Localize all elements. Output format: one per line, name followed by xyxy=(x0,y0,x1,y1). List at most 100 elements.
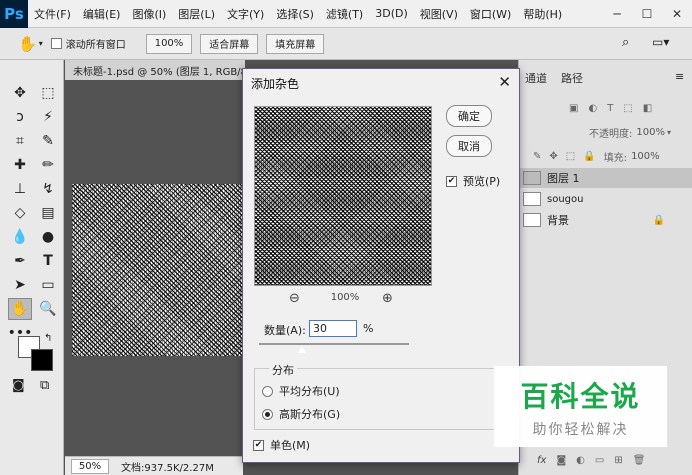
amount-slider[interactable] xyxy=(259,343,409,345)
eyedropper-tool-icon[interactable]: ✎ xyxy=(36,130,60,152)
lock-artboard-icon[interactable]: ⬚ xyxy=(566,151,575,162)
menu-image[interactable]: 图像(I) xyxy=(126,6,172,22)
dialog-title: 添加杂色 xyxy=(251,77,300,91)
scroll-all-windows-option[interactable]: 滚动所有窗口 xyxy=(50,36,126,51)
preview-zoom-value: 100% xyxy=(330,292,360,303)
status-zoom-field[interactable]: 50% xyxy=(71,458,109,474)
zoom-out-icon[interactable]: ⊖ xyxy=(289,291,300,306)
filter-shape-icon[interactable]: ⬚ xyxy=(623,103,632,114)
history-brush-tool-icon[interactable]: ↯ xyxy=(36,178,60,200)
close-icon[interactable]: ✕ xyxy=(498,73,511,91)
menu-layer[interactable]: 图层(L) xyxy=(172,6,221,22)
swap-colors-icon[interactable]: ↰ xyxy=(44,333,52,344)
filter-type-icon[interactable]: T xyxy=(607,103,613,114)
dodge-tool-icon[interactable]: ● xyxy=(36,226,60,248)
brush-tool-icon[interactable]: ✏ xyxy=(36,154,60,176)
photoshop-logo: Ps xyxy=(0,0,28,28)
opacity-field[interactable]: 100% xyxy=(636,127,665,138)
lasso-tool-icon[interactable]: ↄ xyxy=(8,106,32,128)
lock-all-icon[interactable]: 🔒 xyxy=(583,151,595,162)
blur-tool-icon[interactable]: 💧 xyxy=(8,226,32,248)
ok-button[interactable]: 确定 xyxy=(446,105,492,127)
fill-field[interactable]: 100% xyxy=(631,151,660,162)
fx-icon[interactable]: fx xyxy=(537,455,546,466)
gaussian-radio[interactable] xyxy=(262,408,273,420)
noise-preview[interactable] xyxy=(254,106,432,286)
fill-screen-button[interactable]: 填充屏幕 xyxy=(266,33,325,54)
hand-tool-button-icon[interactable]: ✋ xyxy=(8,298,32,320)
gradient-tool-icon[interactable]: ▤ xyxy=(36,202,60,224)
marquee-tool-icon[interactable]: ⬚ xyxy=(36,82,60,104)
lock-fill-row: ✎ ✥ ⬚ 🔒 填充: 100% xyxy=(519,146,692,166)
tab-paths[interactable]: 路径 xyxy=(557,68,587,88)
uniform-distribution-option[interactable]: 平均分布(U) xyxy=(262,383,340,399)
opacity-row: 不透明度: 100% ▾ xyxy=(519,122,692,142)
filter-image-icon[interactable]: ▣ xyxy=(569,103,578,114)
gaussian-distribution-option[interactable]: 高斯分布(G) xyxy=(262,406,340,422)
watermark-subtitle: 助你轻松解决 xyxy=(532,421,629,438)
maximize-button[interactable]: ☐ xyxy=(632,0,662,28)
magic-wand-tool-icon[interactable]: ⚡ xyxy=(36,106,60,128)
zoom-in-icon[interactable]: ⊕ xyxy=(382,291,393,306)
adjustment-icon[interactable]: ◐ xyxy=(576,455,585,466)
pen-tool-icon[interactable]: ✒ xyxy=(8,250,32,272)
document-tab[interactable]: 未标题-1.psd @ 50% (图层 1, RGB/8 xyxy=(65,60,245,80)
preview-checkbox[interactable]: ✔ xyxy=(446,175,457,187)
zoom-tool-icon[interactable]: 🔍 xyxy=(36,298,60,320)
menu-select[interactable]: 选择(S) xyxy=(270,6,320,22)
stamp-tool-icon[interactable]: ⊥ xyxy=(8,178,32,200)
menu-file[interactable]: 文件(F) xyxy=(28,6,77,22)
menu-view[interactable]: 视图(V) xyxy=(414,6,464,22)
healing-brush-tool-icon[interactable]: ✚ xyxy=(8,154,32,176)
panel-menu-icon[interactable]: ≡ xyxy=(675,70,684,83)
search-icon[interactable]: ⌕ xyxy=(622,35,629,50)
menu-3d[interactable]: 3D(D) xyxy=(369,7,414,20)
menu-type[interactable]: 文字(Y) xyxy=(221,6,270,22)
layer-row-1[interactable]: 图层 1 xyxy=(519,168,692,188)
crop-tool-icon[interactable]: ⌗ xyxy=(8,130,32,152)
cancel-button[interactable]: 取消 xyxy=(446,135,492,157)
path-selection-tool-icon[interactable]: ➤ xyxy=(8,274,32,296)
layer-row-2[interactable]: sougou xyxy=(519,189,692,209)
menu-help[interactable]: 帮助(H) xyxy=(517,6,568,22)
workspace-icon[interactable]: ▭▾ xyxy=(652,35,669,49)
minimize-button[interactable]: ─ xyxy=(602,0,632,28)
layer-name: 背景 xyxy=(547,214,569,227)
tool-preset-chevron-icon[interactable]: ▾ xyxy=(39,39,43,48)
background-color-swatch[interactable] xyxy=(31,349,53,371)
menu-edit[interactable]: 编辑(E) xyxy=(77,6,127,22)
scroll-all-windows-checkbox[interactable] xyxy=(50,38,62,49)
zoom-100-button[interactable]: 100% xyxy=(145,33,193,54)
amount-input[interactable]: 30 xyxy=(309,320,357,337)
tools-panel: ✥ ⬚ ↄ ⚡ ⌗ ✎ ✚ ✏ ⊥ ↯ ◇ ▤ 💧 ● ✒ T ➤ ▭ ✋ 🔍 … xyxy=(0,60,64,475)
menu-filter[interactable]: 滤镜(T) xyxy=(320,6,369,22)
layer-row-3[interactable]: 背景 🔒 xyxy=(519,210,692,230)
type-tool-icon[interactable]: T xyxy=(36,250,60,272)
preview-option[interactable]: ✔ 预览(P) xyxy=(446,173,500,189)
rectangle-tool-icon[interactable]: ▭ xyxy=(36,274,60,296)
close-window-button[interactable]: ✕ xyxy=(662,0,692,28)
filter-adjust-icon[interactable]: ◐ xyxy=(588,103,597,114)
uniform-radio[interactable] xyxy=(262,385,273,397)
lock-brush-icon[interactable]: ✎ xyxy=(533,151,541,162)
new-group-icon[interactable]: ▭ xyxy=(595,455,604,466)
quick-mask-icon[interactable]: ◙ xyxy=(12,378,25,393)
add-mask-icon[interactable]: ◙ xyxy=(556,455,566,466)
fit-screen-button[interactable]: 适合屏幕 xyxy=(200,33,259,54)
document-canvas[interactable] xyxy=(72,184,243,356)
opacity-chevron-icon[interactable]: ▾ xyxy=(667,128,671,137)
lock-move-icon[interactable]: ✥ xyxy=(549,151,557,162)
move-tool-icon[interactable]: ✥ xyxy=(8,82,32,104)
filter-smart-icon[interactable]: ◧ xyxy=(643,103,652,114)
menu-window[interactable]: 窗口(W) xyxy=(464,6,517,22)
amount-slider-thumb[interactable] xyxy=(297,346,306,353)
distribution-title: 分布 xyxy=(269,362,297,378)
monochromatic-option[interactable]: ✔ 单色(M) xyxy=(253,437,310,453)
eraser-tool-icon[interactable]: ◇ xyxy=(8,202,32,224)
tab-channels[interactable]: 通道 xyxy=(521,68,551,88)
delete-layer-icon[interactable]: 🗑 xyxy=(633,455,646,466)
new-layer-icon[interactable]: ⊞ xyxy=(614,455,622,466)
screen-mode-icon[interactable]: ⧉ xyxy=(40,378,49,393)
monochromatic-checkbox[interactable]: ✔ xyxy=(253,439,264,451)
layer-thumbnail xyxy=(523,192,541,206)
